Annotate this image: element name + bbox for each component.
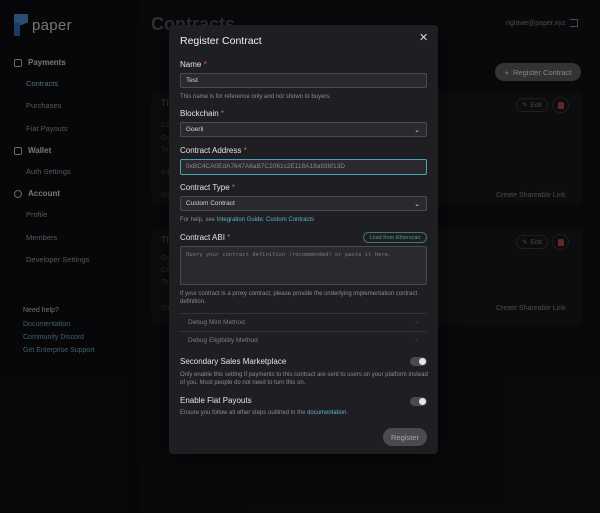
fiat-payouts-toggle[interactable] bbox=[410, 397, 427, 406]
modal-title: Register Contract bbox=[180, 35, 262, 47]
fiat-payouts-hint: Ensure you follow all other steps outlin… bbox=[180, 410, 349, 416]
contract-type-label: Contract Type * bbox=[180, 183, 236, 192]
chevron-down-icon: ⌄ bbox=[414, 201, 420, 208]
contract-address-field[interactable]: 0xBC4CA0EdA7647A8aB7C2061c2E118A18a936f1… bbox=[180, 159, 427, 175]
debug-eligibility-label: Debug Eligibility Method bbox=[188, 337, 258, 344]
name-field[interactable]: Test bbox=[180, 73, 427, 88]
secondary-sales-label: Secondary Sales Marketplace bbox=[180, 357, 287, 366]
app-root: paper Payments Contracts Purchases Fiat … bbox=[0, 0, 600, 513]
debug-eligibility-accordion[interactable]: Debug Eligibility Method ⌄ bbox=[180, 331, 427, 348]
debug-mint-label: Debug Mint Method bbox=[188, 319, 245, 326]
contract-type-value: Custom Contract bbox=[186, 200, 235, 207]
contract-type-hint: For help, see Integration Guide: Custom … bbox=[180, 217, 315, 223]
secondary-sales-toggle[interactable] bbox=[410, 357, 427, 366]
load-from-etherscan-button[interactable]: Load from Etherscan bbox=[363, 232, 427, 243]
debug-mint-accordion[interactable]: Debug Mint Method ⌄ bbox=[180, 313, 427, 330]
chevron-down-icon: ⌄ bbox=[413, 319, 419, 325]
documentation-link[interactable]: documentation bbox=[307, 410, 346, 416]
name-hint: This name is for reference only and not … bbox=[180, 94, 332, 100]
proxy-hint: If your contract is a proxy contract, pl… bbox=[180, 291, 418, 305]
name-label: Name * bbox=[180, 60, 207, 69]
contract-type-select[interactable]: Custom Contract ⌄ bbox=[180, 196, 427, 211]
chevron-down-icon: ⌄ bbox=[413, 337, 419, 343]
toggle-knob bbox=[419, 398, 426, 405]
secondary-sales-hint: Only enable this setting if payments to … bbox=[180, 372, 428, 386]
chevron-down-icon: ⌄ bbox=[414, 127, 420, 134]
register-contract-modal: Register Contract ✕ Name * Test This nam… bbox=[169, 25, 438, 454]
contract-abi-textarea[interactable]: Query your contract definition (recommen… bbox=[180, 246, 427, 285]
integration-guide-link[interactable]: Integration Guide: Custom Contracts bbox=[217, 217, 314, 223]
fiat-payouts-label: Enable Fiat Payouts bbox=[180, 396, 252, 405]
register-button[interactable]: Register bbox=[383, 428, 427, 446]
blockchain-select[interactable]: Goerli ⌄ bbox=[180, 122, 427, 137]
blockchain-value: Goerli bbox=[186, 126, 204, 133]
close-icon[interactable]: ✕ bbox=[419, 31, 428, 44]
contract-address-label: Contract Address * bbox=[180, 146, 247, 155]
contract-abi-label: Contract ABI * bbox=[180, 233, 231, 242]
toggle-knob bbox=[419, 358, 426, 365]
blockchain-label: Blockchain * bbox=[180, 109, 225, 118]
